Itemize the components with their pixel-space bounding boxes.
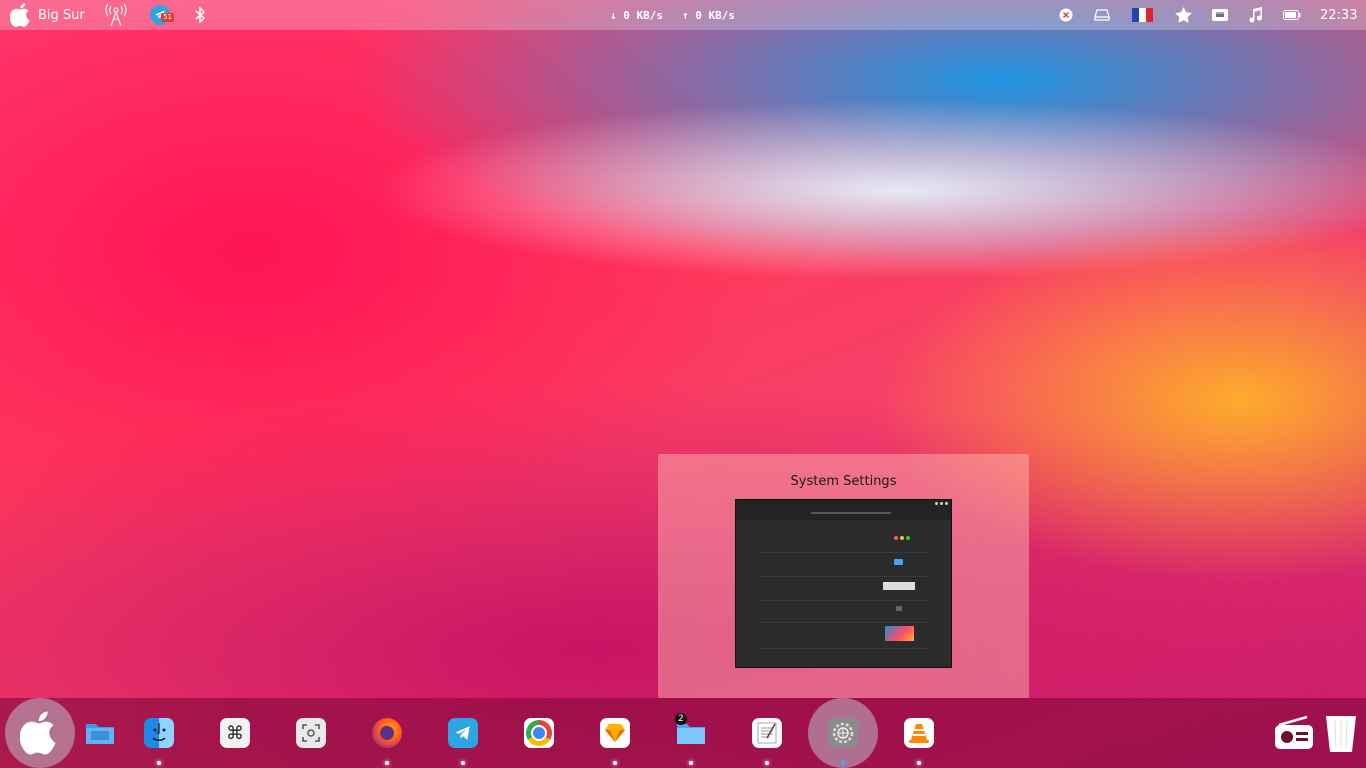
download-speed: ↓ 0 KB/s [610,8,663,22]
os-label[interactable]: Big Sur [38,0,85,30]
apple-icon [10,3,30,27]
finder-icon [144,718,174,748]
screenshot-icon [296,718,326,748]
thumbnail-row [760,554,928,577]
dock-system-settings[interactable] [808,698,878,768]
running-indicator [461,761,465,765]
close-circle-icon[interactable] [1059,0,1073,30]
drive-icon[interactable] [1094,0,1110,30]
running-indicator [917,761,921,765]
radio-tower-icon[interactable] [105,0,127,30]
thumbnail-row [760,578,928,601]
dock: ⌘ 2 [0,698,1366,768]
thumbnail-header [736,500,951,520]
ethernet-icon[interactable] [1211,0,1229,30]
dock-finder[interactable] [124,698,194,768]
window-preview[interactable]: System Settings [658,454,1029,698]
dock-sketch[interactable] [580,698,650,768]
apple-logo-icon [20,711,56,755]
window-thumbnail[interactable] [735,499,952,668]
battery-icon[interactable] [1283,0,1301,30]
running-indicator [613,761,617,765]
music-note-icon[interactable] [1248,0,1264,30]
thumbnail-row [760,622,928,649]
chrome-icon [524,718,554,748]
thumbnail-row [760,600,928,623]
bluetooth-icon[interactable] [194,0,206,30]
thumbnail-row [760,530,928,553]
dock-text-editor[interactable] [732,698,802,768]
dock-chrome[interactable] [504,698,574,768]
command-key-icon: ⌘ [220,718,250,748]
gear-icon [828,718,858,748]
running-indicator [765,761,769,765]
star-icon[interactable] [1175,0,1192,30]
dock-command[interactable]: ⌘ [200,698,270,768]
firefox-icon [372,718,402,748]
upload-speed: ↑ 0 KB/s [682,8,735,22]
running-indicator [689,761,693,765]
keyboard-layout-flag-icon[interactable] [1132,0,1153,30]
window-count-badge: 2 [675,713,687,725]
dock-vlc[interactable] [884,698,954,768]
folder-icon [86,724,114,744]
top-panel: Big Sur 51 ↓ 0 KB/s ↑ 0 KB/s 22:33 [0,0,1366,30]
apple-menu[interactable] [10,0,32,30]
notepad-icon [752,718,782,748]
telegram-tray-icon: 51 [150,5,174,25]
telegram-tray[interactable]: 51 [150,0,174,30]
running-indicator [157,761,161,765]
running-indicator [841,761,845,765]
dock-screenshot[interactable] [276,698,346,768]
dock-firefox[interactable] [352,698,422,768]
dock-folder-stack[interactable]: 2 [656,698,726,768]
window-preview-title: System Settings [790,474,897,489]
traffic-cone-icon [904,718,934,748]
running-indicator [385,761,389,765]
dock-telegram[interactable] [428,698,498,768]
paper-plane-icon [448,718,478,748]
dock-trash[interactable] [1306,698,1366,768]
diamond-icon [600,718,630,748]
trash-icon [1326,716,1356,752]
telegram-unread-badge: 51 [161,13,174,22]
clock[interactable]: 22:33 [1320,0,1357,30]
